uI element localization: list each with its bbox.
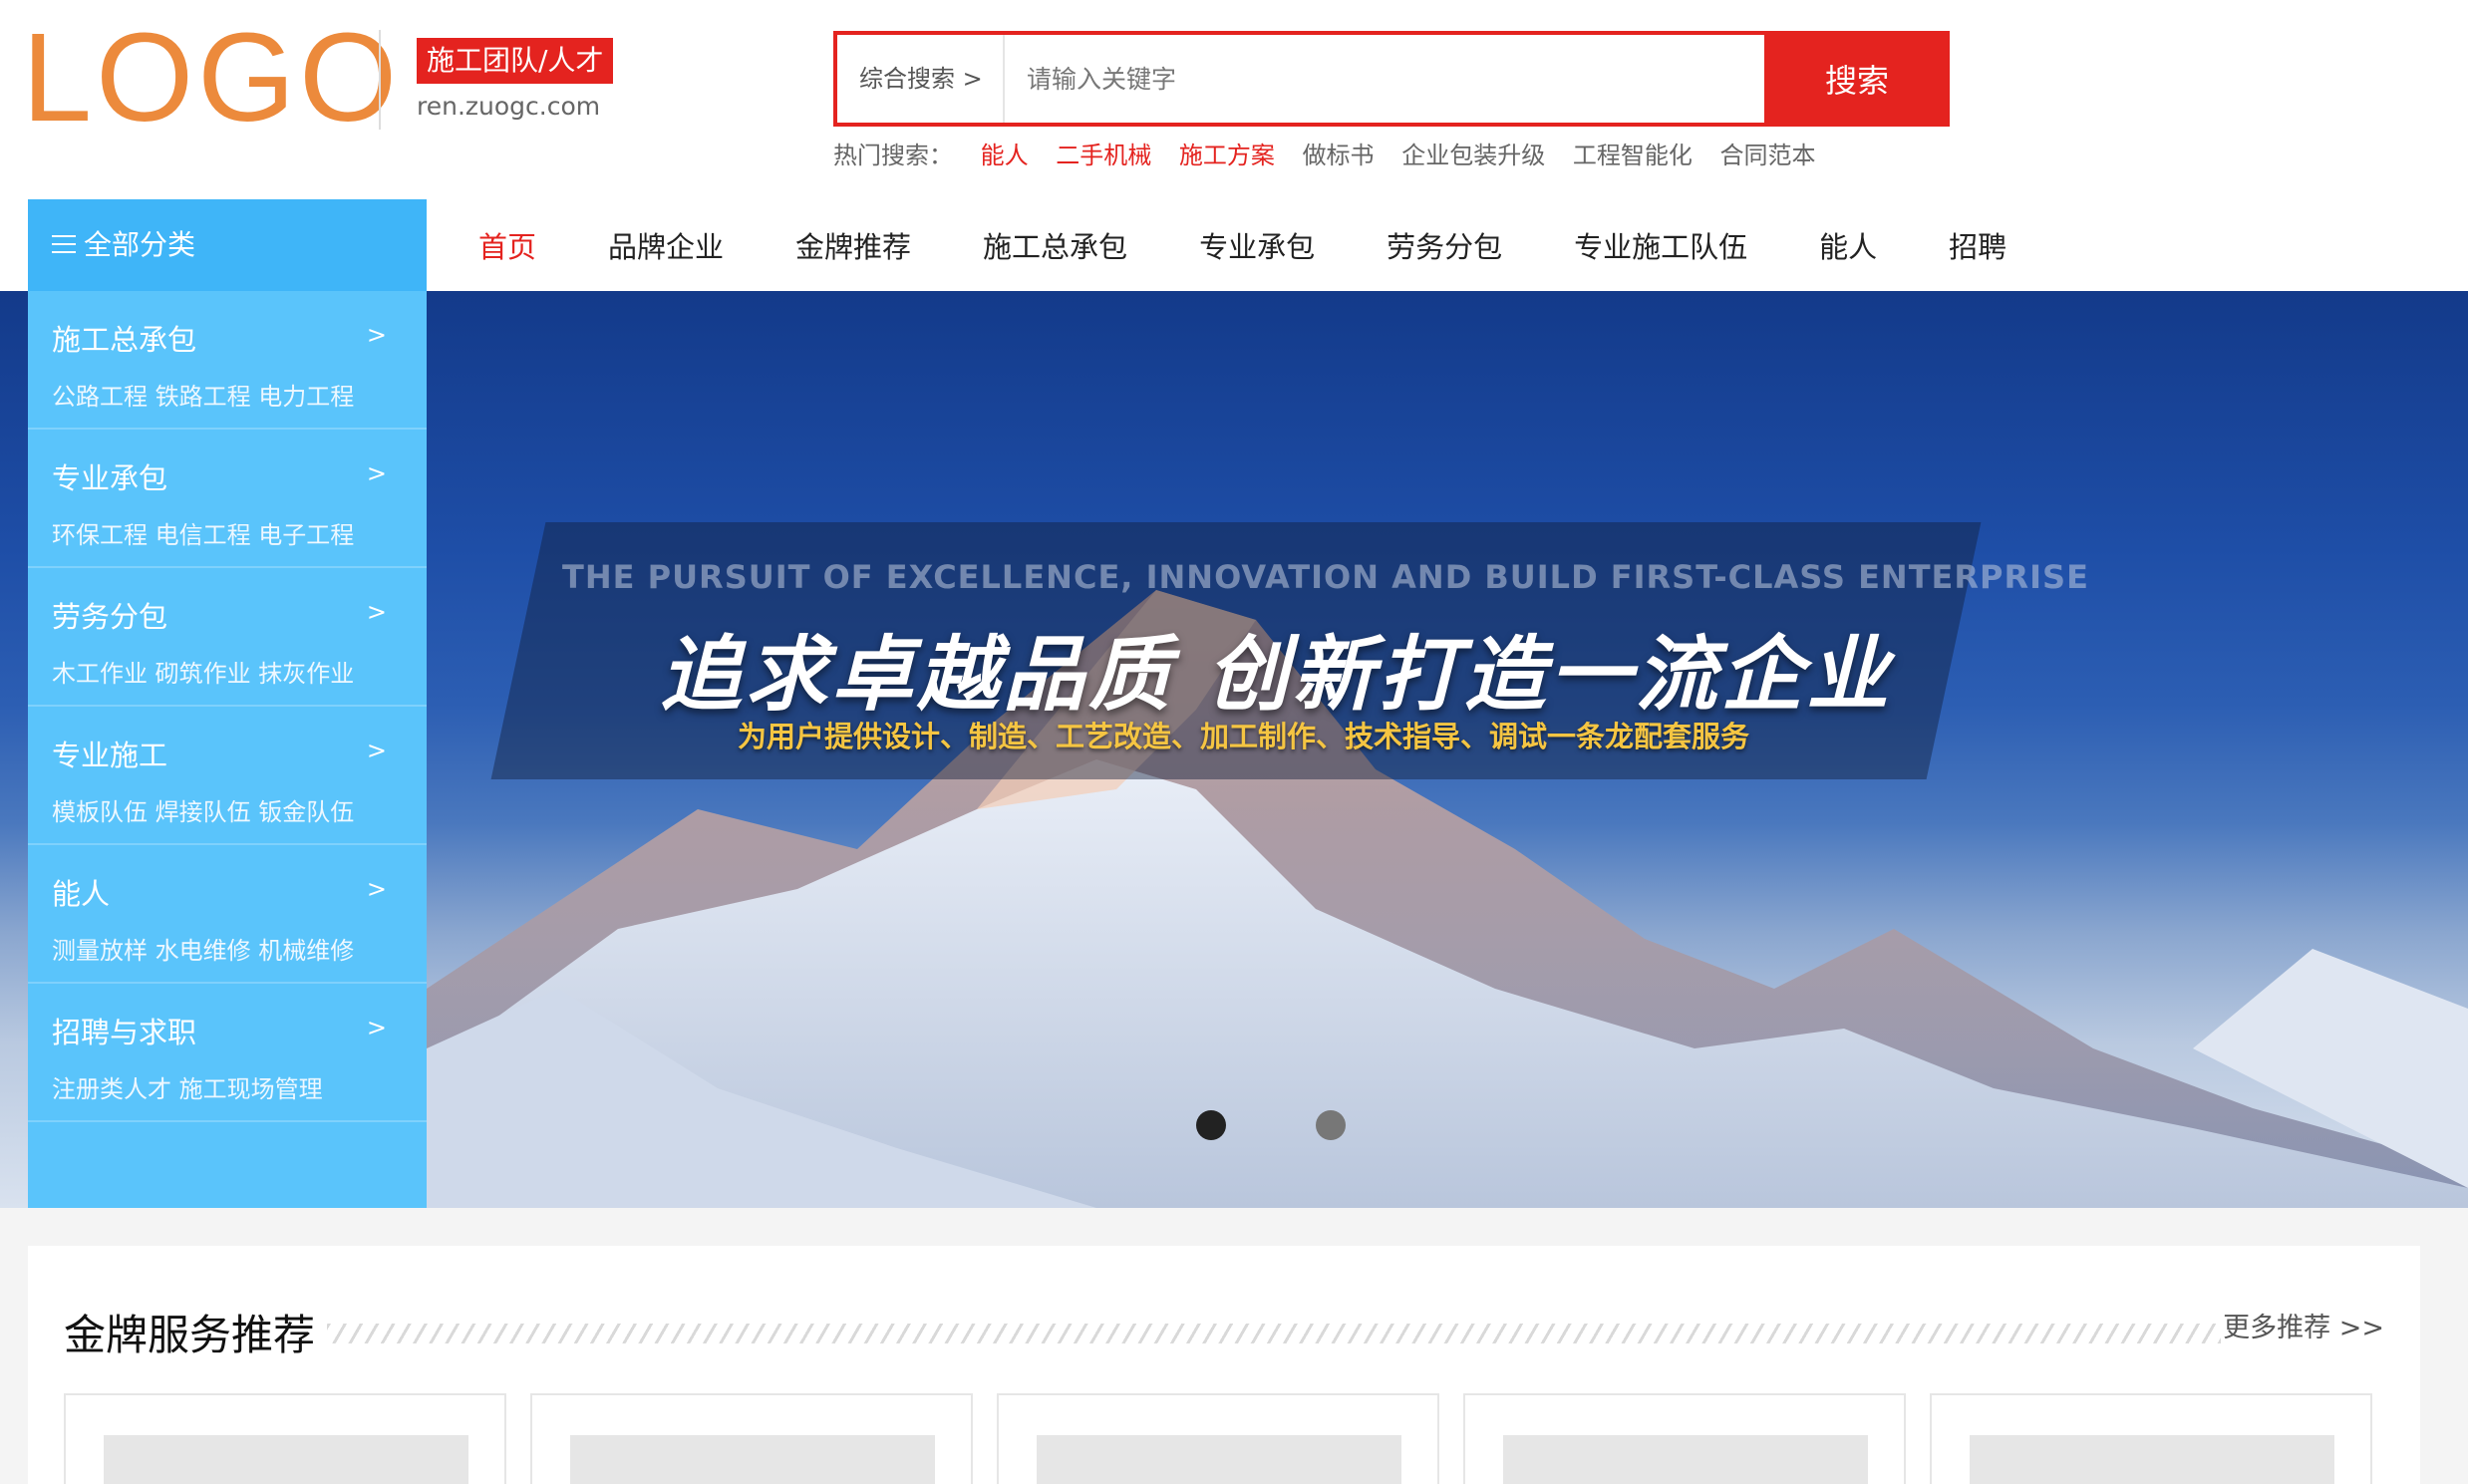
- category-subitems: 木工作业 砌筑作业 抹灰作业: [52, 660, 355, 688]
- card-thumbnail: [1037, 1435, 1401, 1484]
- nav-item-specialty-contracting[interactable]: 专业承包: [1199, 224, 1315, 266]
- hot-search-label: 热门搜索：: [833, 142, 953, 169]
- card-thumbnail: [570, 1435, 935, 1484]
- chevron-right-icon: >: [366, 598, 387, 626]
- card-thumbnail: [104, 1435, 468, 1484]
- nav-item-specialty-teams[interactable]: 专业施工队伍: [1574, 224, 1747, 266]
- category-general-contracting[interactable]: 施工总承包 公路工程 铁路工程 电力工程 >: [28, 291, 427, 430]
- chevron-right-icon: >: [366, 1014, 387, 1041]
- card-thumbnail: [1503, 1435, 1868, 1484]
- category-subitems: 模板队伍 焊接队伍 钣金队伍: [52, 798, 355, 826]
- card-thumbnail: [1970, 1435, 2334, 1484]
- chevron-right-icon: >: [366, 321, 387, 349]
- category-subitems: 公路工程 铁路工程 电力工程: [52, 383, 355, 411]
- category-specialty-construction[interactable]: 专业施工 模板队伍 焊接队伍 钣金队伍 >: [28, 707, 427, 845]
- hot-search-item[interactable]: 能人: [981, 142, 1029, 169]
- nav-item-home[interactable]: 首页: [478, 224, 536, 266]
- slogan-chinese: 追求卓越品质 创新打造一流企业: [660, 628, 1893, 723]
- category-subitems: 环保工程 电信工程 电子工程: [52, 521, 355, 549]
- nav-item-gold-recommend[interactable]: 金牌推荐: [795, 224, 911, 266]
- category-sidebar: 施工总承包 公路工程 铁路工程 电力工程 > 专业承包 环保工程 电信工程 电子…: [28, 291, 427, 1208]
- all-categories-button[interactable]: 全部分类: [28, 199, 427, 291]
- nav-item-experts[interactable]: 能人: [1819, 224, 1877, 266]
- category-subitems: 测量放样 水电维修 机械维修: [52, 937, 355, 965]
- site-domain: ren.zuogc.com: [417, 92, 601, 121]
- section-title: 金牌服务推荐: [64, 1311, 316, 1359]
- service-card[interactable]: [1463, 1393, 1906, 1484]
- hot-search-bar: 热门搜索： 能人 二手机械 施工方案 做标书 企业包装升级 工程智能化 合同范本: [833, 136, 1835, 170]
- hot-search-item[interactable]: 施工方案: [1179, 142, 1275, 169]
- logo-divider: [379, 30, 381, 130]
- carousel-dot-1[interactable]: [1196, 1110, 1226, 1140]
- site-logo[interactable]: LOGO: [22, 8, 401, 148]
- service-card[interactable]: [997, 1393, 1439, 1484]
- nav-item-labor-subcontract[interactable]: 劳务分包: [1387, 224, 1502, 266]
- hot-search-item[interactable]: 企业包装升级: [1401, 142, 1545, 169]
- chevron-right-icon: >: [366, 875, 387, 903]
- service-card[interactable]: [530, 1393, 973, 1484]
- hot-search-item[interactable]: 二手机械: [1056, 142, 1151, 169]
- more-recommend-link[interactable]: 更多推荐 >>: [2223, 1306, 2384, 1344]
- carousel-dot-2[interactable]: [1316, 1110, 1346, 1140]
- site-header: LOGO 施工团队/人才 ren.zuogc.com 综合搜索 > 搜索 热门搜…: [0, 0, 2468, 199]
- category-subitems: 注册类人才 施工现场管理: [52, 1075, 323, 1103]
- title-decoration: [327, 1324, 2221, 1343]
- search-button[interactable]: 搜索: [1764, 31, 1950, 127]
- category-experts[interactable]: 能人 测量放样 水电维修 机械维修 >: [28, 845, 427, 984]
- nav-item-general-contracting[interactable]: 施工总承包: [983, 224, 1127, 266]
- category-recruitment[interactable]: 招聘与求职 注册类人才 施工现场管理 >: [28, 984, 427, 1122]
- chevron-right-icon: >: [366, 737, 387, 764]
- all-categories-label: 全部分类: [84, 228, 196, 261]
- category-labor-subcontract[interactable]: 劳务分包 木工作业 砌筑作业 抹灰作业 >: [28, 568, 427, 707]
- nav-item-recruitment[interactable]: 招聘: [1949, 224, 2006, 266]
- gold-service-section: 金牌服务推荐 更多推荐 >>: [28, 1246, 2420, 1484]
- search-input[interactable]: [1027, 53, 1754, 105]
- search-category-select[interactable]: 综合搜索 >: [837, 35, 1005, 123]
- chevron-right-icon: >: [366, 459, 387, 487]
- hot-search-item[interactable]: 工程智能化: [1573, 142, 1693, 169]
- slogan-english: THE PURSUIT OF EXCELLENCE, INNOVATION AN…: [562, 558, 2089, 596]
- site-tag: 施工团队/人才: [417, 38, 614, 84]
- main-nav: 全部分类 首页 品牌企业 金牌推荐 施工总承包 专业承包 劳务分包 专业施工队伍…: [0, 199, 2468, 291]
- service-card[interactable]: [64, 1393, 506, 1484]
- menu-icon: [52, 235, 76, 253]
- nav-items: 首页 品牌企业 金牌推荐 施工总承包 专业承包 劳务分包 专业施工队伍 能人 招…: [478, 199, 2078, 291]
- service-card[interactable]: [1930, 1393, 2372, 1484]
- category-specialty-contracting[interactable]: 专业承包 环保工程 电信工程 电子工程 >: [28, 430, 427, 568]
- nav-item-brand-enterprise[interactable]: 品牌企业: [608, 224, 724, 266]
- search-box: 综合搜索 > 搜索: [833, 31, 1950, 127]
- slogan-subtitle: 为用户提供设计、制造、工艺改造、加工制作、技术指导、调试一条龙配套服务: [738, 720, 1750, 753]
- hot-search-item[interactable]: 做标书: [1303, 142, 1375, 169]
- hot-search-item[interactable]: 合同范本: [1719, 142, 1815, 169]
